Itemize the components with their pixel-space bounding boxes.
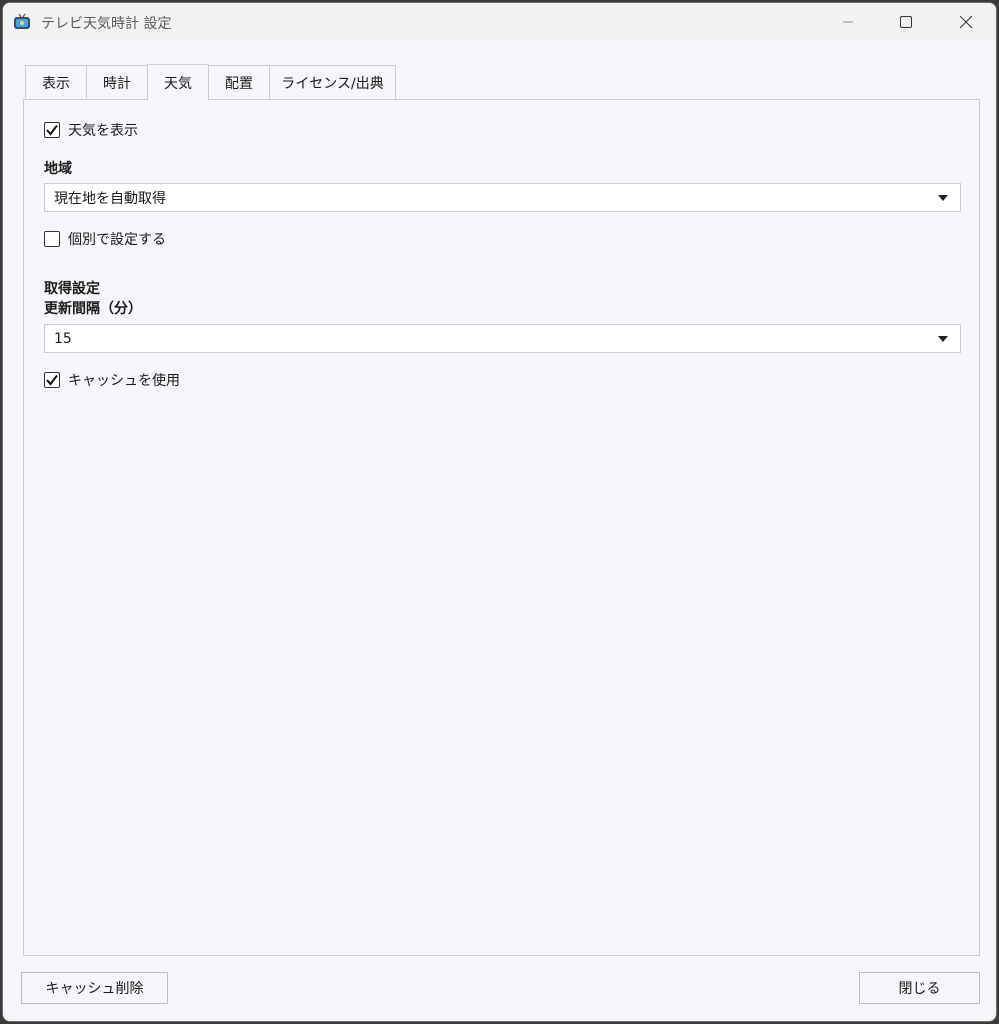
show-weather-checkbox[interactable] xyxy=(44,122,60,138)
maximize-button[interactable] xyxy=(877,3,935,41)
checkmark-icon xyxy=(46,374,58,386)
settings-window: テレビ天気時計 設定 表示 時計 天気 配置 ライセンス/出典 天気を表示 地域… xyxy=(2,2,997,1022)
tab-display[interactable]: 表示 xyxy=(25,65,87,99)
minimize-icon xyxy=(843,21,853,23)
tab-bar: 表示 時計 天気 配置 ライセンス/出典 xyxy=(25,64,396,100)
tv-icon xyxy=(14,13,30,29)
show-weather-checkbox-row[interactable]: 天気を表示 xyxy=(44,120,138,140)
use-cache-checkbox-row[interactable]: キャッシュを使用 xyxy=(44,370,180,390)
region-label: 地域 xyxy=(44,161,72,177)
weather-settings-panel: 天気を表示 地域 現在地を自動取得 個別で設定する 取得設定 更新間隔（分） 1… xyxy=(23,99,980,956)
title-bar[interactable]: テレビ天気時計 設定 xyxy=(3,3,996,41)
checkmark-icon xyxy=(46,124,58,136)
tab-weather[interactable]: 天気 xyxy=(147,64,209,100)
clear-cache-button[interactable]: キャッシュ削除 xyxy=(21,972,168,1004)
close-icon xyxy=(959,15,973,29)
close-window-button[interactable] xyxy=(937,3,995,41)
update-interval-value: 15 xyxy=(54,330,72,347)
region-selected-value: 現在地を自動取得 xyxy=(54,190,166,207)
fetch-settings-heading: 取得設定 xyxy=(44,281,100,297)
close-button[interactable]: 閉じる xyxy=(859,972,980,1004)
use-cache-label: キャッシュを使用 xyxy=(68,373,180,389)
update-interval-label: 更新間隔（分） xyxy=(44,301,142,317)
region-select[interactable]: 現在地を自動取得 xyxy=(44,183,961,212)
individual-label: 個別で設定する xyxy=(68,232,166,248)
window-title: テレビ天気時計 設定 xyxy=(41,16,172,32)
chevron-down-icon xyxy=(938,336,948,342)
use-cache-checkbox[interactable] xyxy=(44,372,60,388)
tab-layout[interactable]: 配置 xyxy=(208,65,270,99)
chevron-down-icon xyxy=(938,195,948,201)
maximize-icon xyxy=(900,16,912,28)
update-interval-select[interactable]: 15 xyxy=(44,324,961,353)
minimize-button[interactable] xyxy=(819,3,877,41)
tab-license[interactable]: ライセンス/出典 xyxy=(269,65,396,99)
show-weather-label: 天気を表示 xyxy=(68,123,138,139)
tab-clock[interactable]: 時計 xyxy=(86,65,148,99)
individual-checkbox[interactable] xyxy=(44,231,60,247)
individual-checkbox-row[interactable]: 個別で設定する xyxy=(44,229,166,249)
